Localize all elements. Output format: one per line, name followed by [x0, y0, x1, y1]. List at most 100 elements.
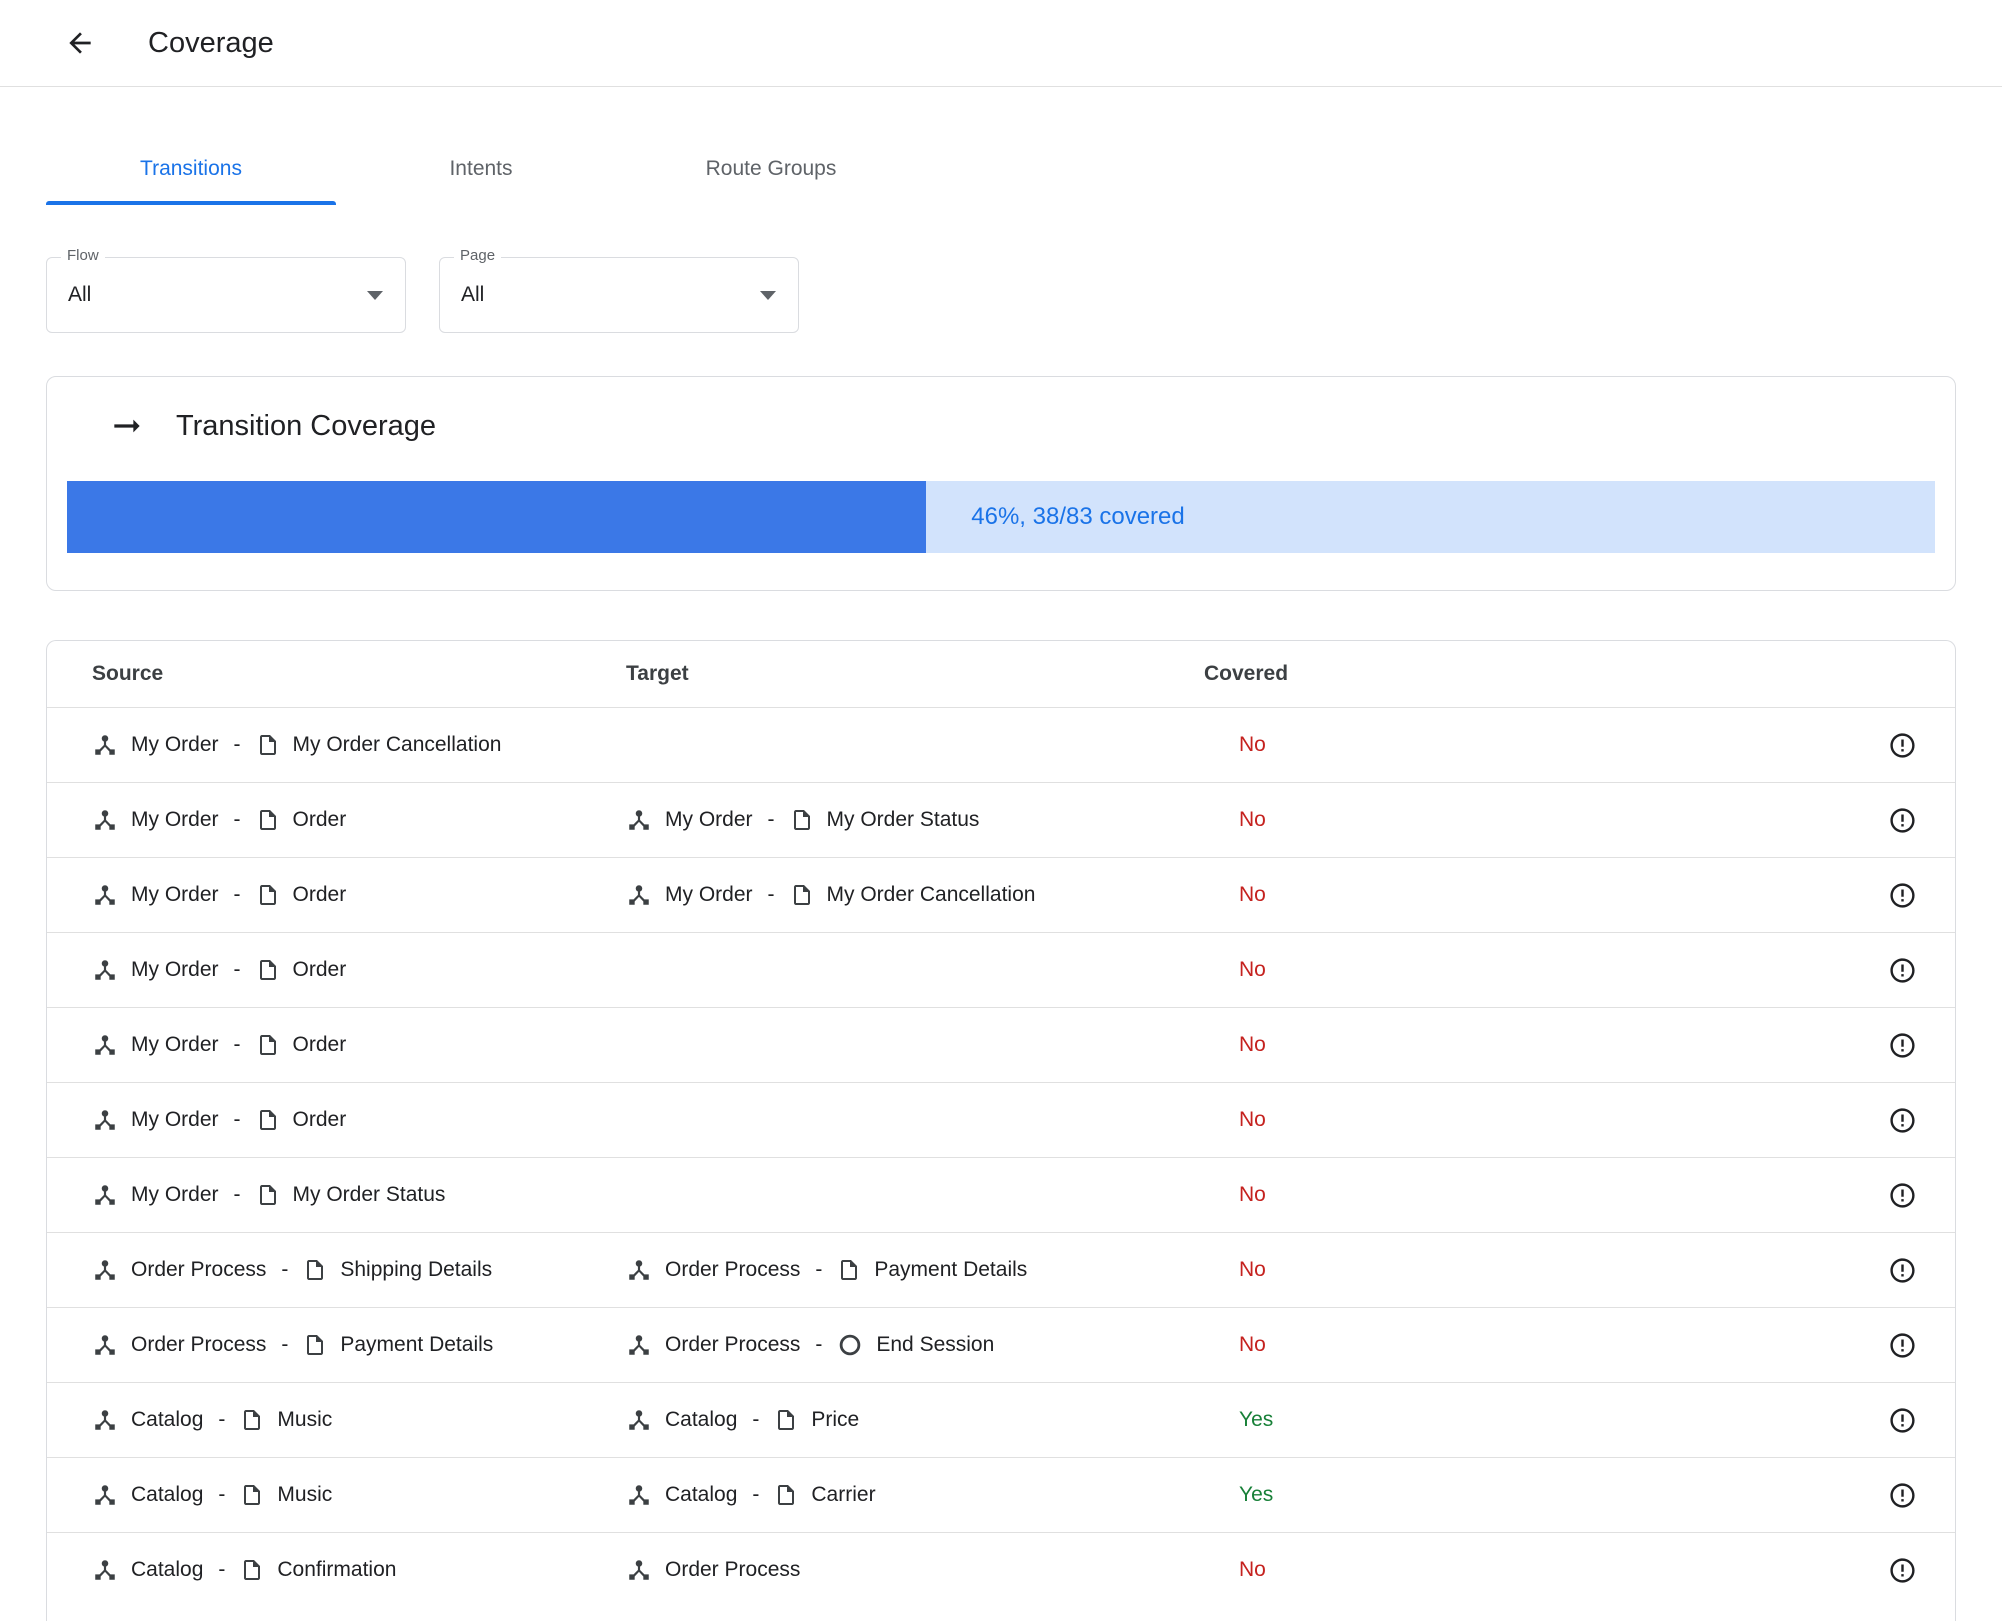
coverage-card-title: Transition Coverage: [176, 409, 437, 442]
source-cell: My Order - Order: [47, 957, 626, 983]
flow-page-entry: Order Process - Payment Details: [626, 1257, 1027, 1283]
tab-label: Transitions: [140, 157, 242, 180]
covered-value: No: [1239, 733, 1266, 756]
dash-separator: -: [752, 1408, 760, 1431]
dash-separator: -: [233, 1033, 241, 1056]
page-icon: [841, 1260, 858, 1280]
covered-cell: No: [1204, 1108, 1888, 1132]
flow-icon: [95, 1110, 115, 1130]
tab-intents[interactable]: Intents: [336, 133, 626, 205]
table-header-row: Source Target Covered: [47, 641, 1955, 708]
info-icon[interactable]: [1888, 1031, 1917, 1060]
source-cell: My Order - Order: [47, 807, 626, 833]
covered-value: No: [1239, 1333, 1266, 1356]
coverage-progress-bar: 46%, 38/83 covered: [67, 481, 1935, 553]
transition-coverage-card: Transition Coverage 46%, 38/83 covered: [46, 376, 1956, 591]
flow-page-entry: My Order - My Order Status: [626, 807, 979, 833]
dash-separator: -: [233, 1108, 241, 1131]
info-cell: [1888, 1331, 1917, 1360]
info-cell: [1888, 881, 1917, 910]
info-icon[interactable]: [1888, 1106, 1917, 1135]
target-cell: Catalog - Carrier: [626, 1482, 1204, 1508]
source-cell: My Order - Order: [47, 882, 626, 908]
info-icon[interactable]: [1888, 1256, 1917, 1285]
info-icon[interactable]: [1888, 1481, 1917, 1510]
coverage-card-header: Transition Coverage: [108, 407, 1935, 445]
table-row: Order Process - Shipping Details Order Proc…: [47, 1233, 1955, 1308]
covered-cell: No: [1204, 1333, 1888, 1357]
page-name: Order: [292, 883, 347, 906]
info-icon[interactable]: [1888, 1331, 1917, 1360]
flow-page-entry: My Order - Order: [92, 807, 346, 833]
dash-separator: -: [233, 883, 241, 906]
coverage-table-body: My Order - My Order Cancellation No My Order…: [47, 708, 1955, 1607]
covered-value: No: [1239, 808, 1266, 831]
arrow-back-icon: [69, 32, 91, 54]
source-cell: My Order - My Order Cancellation: [47, 732, 626, 758]
info-icon[interactable]: [1888, 1556, 1917, 1585]
covered-cell: No: [1204, 1033, 1888, 1057]
back-button[interactable]: [60, 23, 100, 63]
info-icon[interactable]: [1888, 881, 1917, 910]
table-row: My Order - Order No: [47, 933, 1955, 1008]
flow-page-entry: My Order - Order: [92, 1107, 346, 1133]
info-icon[interactable]: [1888, 731, 1917, 760]
covered-cell: No: [1204, 1258, 1888, 1282]
dash-separator: -: [233, 733, 241, 756]
flow-icon: [95, 1410, 115, 1430]
flow-select[interactable]: Flow All: [46, 247, 406, 333]
source-cell: Catalog - Music: [47, 1482, 626, 1508]
table-row: My Order - Order My Order - My Order Cancella…: [47, 858, 1955, 933]
flow-name: Order Process: [665, 1258, 801, 1281]
tab-label: Intents: [449, 157, 513, 180]
right-arrow-icon: [114, 419, 140, 433]
info-icon[interactable]: [1888, 1406, 1917, 1435]
flow-name: Catalog: [131, 1558, 204, 1581]
flow-page-entry: Catalog - Music: [92, 1407, 332, 1433]
covered-value: No: [1239, 1108, 1266, 1131]
page-name: Price: [811, 1408, 860, 1431]
info-cell: [1888, 731, 1917, 760]
flow-page-entry: My Order - My Order Cancellation: [626, 882, 1035, 908]
flow-name: Order Process: [131, 1258, 267, 1281]
source-cell: My Order - Order: [47, 1032, 626, 1058]
flow-icon: [95, 1335, 115, 1355]
tab-route-groups[interactable]: Route Groups: [626, 133, 916, 205]
page-select[interactable]: Page All: [439, 247, 799, 333]
info-icon[interactable]: [1888, 806, 1917, 835]
flow-icon: [95, 960, 115, 980]
target-cell: Catalog - Price: [626, 1407, 1204, 1433]
flow-icon: [629, 1260, 649, 1280]
page-icon: [793, 810, 810, 830]
target-cell: My Order - My Order Cancellation: [626, 882, 1204, 908]
page-name: My Order Status: [826, 808, 980, 831]
covered-value: No: [1239, 1558, 1266, 1581]
flow-name: My Order: [131, 733, 219, 756]
dropdown-arrow-icon: [367, 291, 383, 300]
column-header-target: Target: [626, 662, 689, 685]
dash-separator: -: [281, 1258, 289, 1281]
flow-name: My Order: [131, 1033, 219, 1056]
page-name: Payment Details: [874, 1258, 1028, 1281]
page-icon: [259, 885, 276, 905]
flow-icon: [629, 885, 649, 905]
page-name: My Order Cancellation: [292, 733, 502, 756]
info-icon[interactable]: [1888, 1181, 1917, 1210]
info-cell: [1888, 1031, 1917, 1060]
flow-name: My Order: [665, 808, 753, 831]
dropdown-arrow-icon: [760, 291, 776, 300]
flow-name: My Order: [131, 1108, 219, 1131]
page-icon: [259, 735, 276, 755]
flow-icon: [629, 1335, 649, 1355]
info-icon[interactable]: [1888, 956, 1917, 985]
tab-bar: Transitions Intents Route Groups: [46, 133, 2002, 205]
page-title: Coverage: [148, 26, 274, 59]
flow-icon: [95, 735, 115, 755]
covered-value: No: [1239, 1033, 1266, 1056]
page-icon: [244, 1410, 261, 1430]
info-cell: [1888, 1556, 1917, 1585]
target-cell: Order Process: [626, 1557, 1204, 1583]
page-name: Order: [292, 958, 347, 981]
covered-cell: No: [1204, 1558, 1888, 1582]
tab-transitions[interactable]: Transitions: [46, 133, 336, 205]
